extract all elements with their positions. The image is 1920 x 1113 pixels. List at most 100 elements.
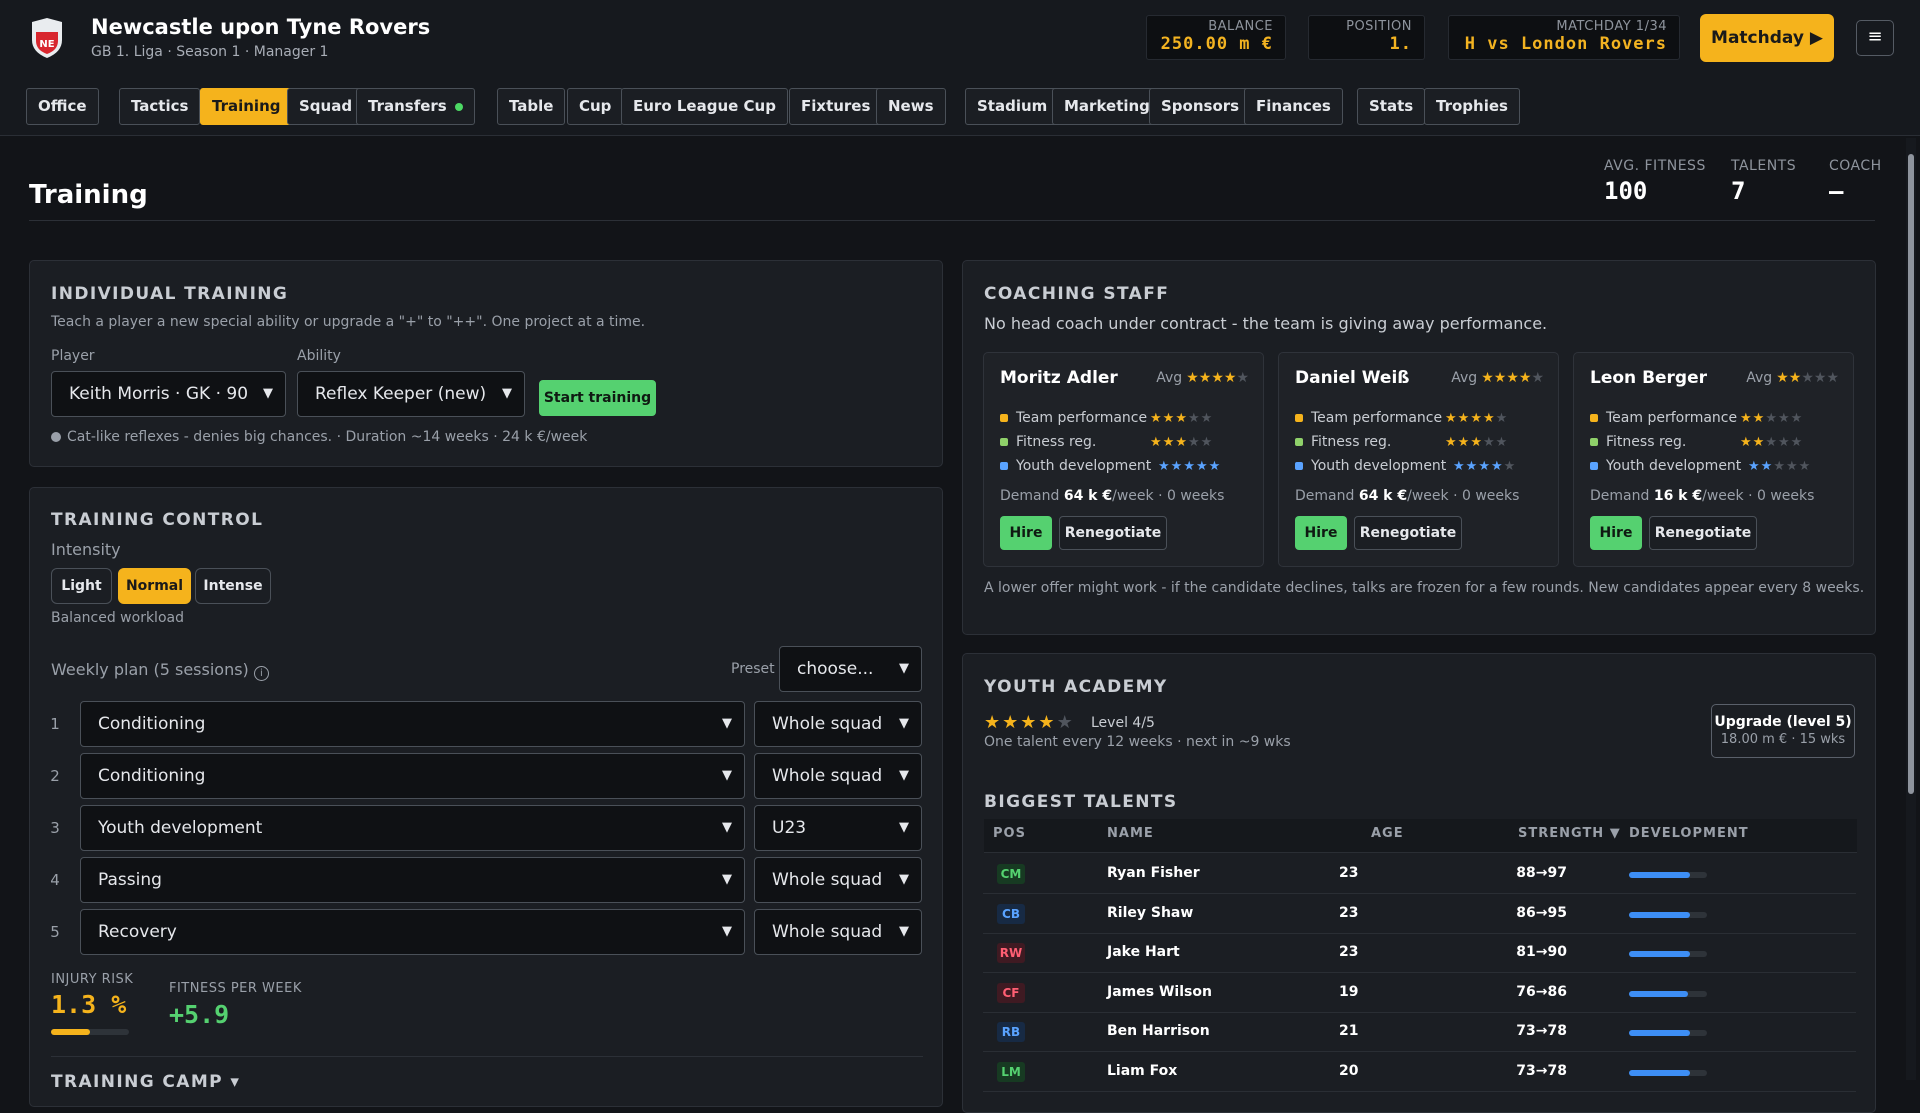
star-icon: ★ xyxy=(1195,459,1209,474)
attr-label: Youth development xyxy=(1606,458,1742,474)
talent-strength: 73→78 xyxy=(1516,1023,1567,1039)
tab-news[interactable]: News xyxy=(876,88,946,125)
tab-label: Fixtures xyxy=(801,97,871,115)
chevron-down-icon: ▼ xyxy=(502,386,512,401)
talent-row[interactable]: RW Jake Hart 23 81→90 xyxy=(983,933,1856,973)
chevron-down-icon: ▼ xyxy=(722,768,732,783)
star-icon: ★ xyxy=(1470,411,1483,426)
star-icon: ★ xyxy=(1826,370,1839,386)
ability-label: Ability xyxy=(297,348,341,364)
matchday-button[interactable]: Matchday ▶ xyxy=(1700,14,1834,62)
talent-row[interactable]: LM Liam Fox 20 73→78 xyxy=(983,1052,1856,1092)
star-icon: ★ xyxy=(1765,411,1778,426)
renegotiate-button[interactable]: Renegotiate xyxy=(1649,516,1757,550)
individual-training-title: INDIVIDUAL TRAINING xyxy=(51,284,289,304)
hire-button[interactable]: Hire xyxy=(1295,516,1347,550)
individual-training-panel: INDIVIDUAL TRAINING Teach a player a new… xyxy=(29,260,943,467)
tab-fixtures[interactable]: Fixtures xyxy=(789,88,883,125)
session-type-select[interactable]: Recovery ▼ xyxy=(80,909,745,955)
coach-attr-youth-development: Youth development xyxy=(1000,458,1151,474)
coach-stat: COACH – xyxy=(1829,158,1882,205)
attr-label: Team performance xyxy=(1311,410,1443,426)
session-group-value: Whole squad xyxy=(772,870,883,890)
tab-cup[interactable]: Cup xyxy=(567,88,624,125)
chevron-down-icon: ▼ xyxy=(722,872,732,887)
player-select[interactable]: Keith Morris · GK · 90 ▼ xyxy=(51,371,286,417)
academy-level-stars: ★★★★★ xyxy=(984,712,1075,733)
tab-table[interactable]: Table xyxy=(497,88,566,125)
attr-label: Fitness reg. xyxy=(1606,434,1687,450)
upgrade-academy-button[interactable]: Upgrade (level 5) 18.00 m € · 15 wks xyxy=(1711,704,1855,758)
star-icon: ★ xyxy=(1506,370,1519,386)
tab-label: Stats xyxy=(1369,97,1414,115)
info-icon[interactable]: i xyxy=(253,666,269,681)
menu-icon[interactable]: ≡ xyxy=(1856,20,1894,56)
talent-row[interactable]: CF James Wilson 19 76→86 xyxy=(983,973,1856,1013)
session-group-select[interactable]: U23 ▼ xyxy=(754,805,922,851)
tab-tactics[interactable]: Tactics xyxy=(119,88,201,125)
tab-training[interactable]: Training xyxy=(200,88,293,125)
session-type-select[interactable]: Youth development ▼ xyxy=(80,805,745,851)
talent-name: James Wilson xyxy=(1107,983,1212,1000)
star-icon: ★ xyxy=(1465,459,1479,474)
talent-row[interactable]: CB Riley Shaw 23 86→95 xyxy=(983,894,1856,934)
renegotiate-button[interactable]: Renegotiate xyxy=(1354,516,1462,550)
renegotiate-button[interactable]: Renegotiate xyxy=(1059,516,1167,550)
star-icon: ★ xyxy=(1150,411,1163,426)
session-type-select[interactable]: Conditioning ▼ xyxy=(80,753,745,799)
weekly-plan-label: Weekly plan (5 sessions) i xyxy=(51,660,269,681)
hire-button[interactable]: Hire xyxy=(1000,516,1052,550)
session-group-select[interactable]: Whole squad ▼ xyxy=(754,857,922,903)
tab-office[interactable]: Office xyxy=(26,88,99,125)
preset-select[interactable]: choose... ▼ xyxy=(779,646,922,692)
coach-name: Moritz Adler xyxy=(1000,368,1118,388)
tab-euro-league-cup[interactable]: Euro League Cup xyxy=(621,88,788,125)
tab-stadium[interactable]: Stadium xyxy=(965,88,1060,125)
session-number: 1 xyxy=(50,715,60,733)
tab-finances[interactable]: Finances xyxy=(1244,88,1343,125)
tab-stats[interactable]: Stats xyxy=(1357,88,1426,125)
star-icon: ★ xyxy=(1470,435,1483,450)
ability-select-value: Reflex Keeper (new) xyxy=(315,384,487,404)
intensity-intense-button[interactable]: Intense xyxy=(195,568,271,604)
coach-attr-team-performance: Team performance xyxy=(1590,410,1737,426)
session-group-select[interactable]: Whole squad ▼ xyxy=(754,701,922,747)
talent-strength: 88→97 xyxy=(1516,865,1567,881)
tab-sponsors[interactable]: Sponsors xyxy=(1149,88,1252,125)
column-strength[interactable]: STRENGTH ▼ xyxy=(1518,826,1621,841)
chevron-down-icon: ▼ xyxy=(263,386,273,401)
ability-select[interactable]: Reflex Keeper (new) ▼ xyxy=(297,371,525,417)
star-icon: ★ xyxy=(1208,459,1222,474)
balance-label: BALANCE xyxy=(1208,19,1273,34)
session-type-select[interactable]: Conditioning ▼ xyxy=(80,701,745,747)
session-group-select[interactable]: Whole squad ▼ xyxy=(754,753,922,799)
talent-name: Jake Hart xyxy=(1107,944,1180,960)
tab-trophies[interactable]: Trophies xyxy=(1424,88,1520,125)
position-badge: CF xyxy=(997,982,1025,1003)
tab-squad[interactable]: Squad xyxy=(287,88,365,125)
star-icon: ★ xyxy=(1495,411,1509,426)
session-type-select[interactable]: Passing ▼ xyxy=(80,857,745,903)
talent-row[interactable]: RB Ben Harrison 21 73→78 xyxy=(983,1012,1856,1052)
intensity-note: Balanced workload xyxy=(51,610,184,626)
training-camp-title[interactable]: TRAINING CAMP ▾ xyxy=(51,1072,240,1092)
hire-button[interactable]: Hire xyxy=(1590,516,1642,550)
coach-card: Leon Berger Avg ★★★★★ Team performance ★★★★★… xyxy=(1573,352,1854,567)
tab-marketing[interactable]: Marketing xyxy=(1052,88,1162,125)
development-bar xyxy=(1629,1069,1707,1076)
start-training-button[interactable]: Start training xyxy=(539,380,656,416)
tab-transfers[interactable]: Transfers xyxy=(356,88,475,125)
individual-training-desc: Teach a player a new special ability or … xyxy=(51,314,646,330)
page-scrollbar[interactable] xyxy=(1906,138,1916,1080)
scrollbar-thumb[interactable] xyxy=(1908,154,1914,794)
intensity-normal-button[interactable]: Normal xyxy=(118,568,191,604)
intensity-light-button[interactable]: Light xyxy=(51,568,112,604)
injury-risk-bar-fill xyxy=(51,1029,90,1035)
session-group-select[interactable]: Whole squad ▼ xyxy=(754,909,922,955)
star-icon: ★ xyxy=(1788,370,1802,386)
avg-label: Avg xyxy=(1156,370,1183,386)
position-badge: CM xyxy=(997,864,1025,884)
talent-row[interactable]: CM Ryan Fisher 23 88→97 xyxy=(983,854,1856,894)
attr-stars: ★★★★★ xyxy=(1158,459,1221,474)
star-icon: ★ xyxy=(1813,370,1827,386)
